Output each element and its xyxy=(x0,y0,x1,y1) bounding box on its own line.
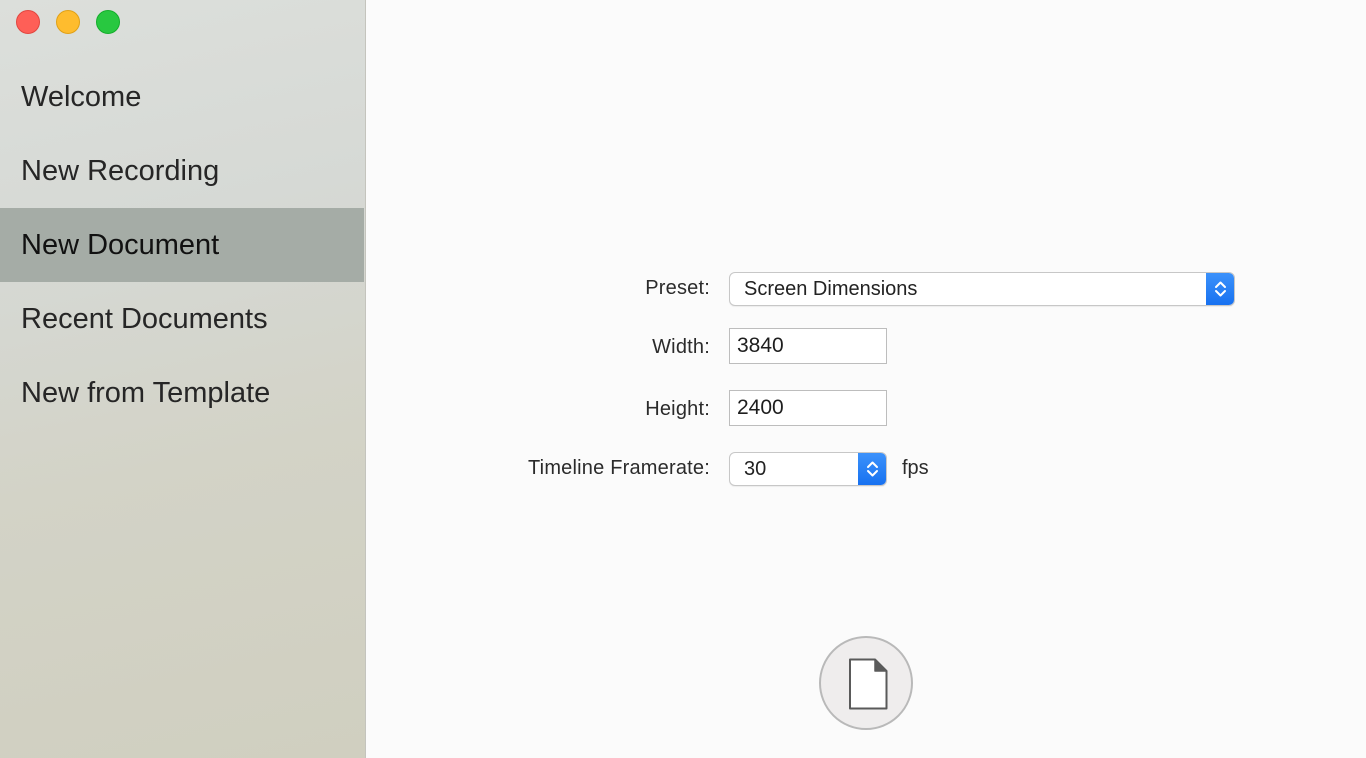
width-label: Width: xyxy=(652,336,710,358)
minimize-button[interactable] xyxy=(56,10,80,34)
sidebar: Welcome New Recording New Document Recen… xyxy=(0,0,366,758)
preset-select[interactable]: Screen Dimensions xyxy=(729,272,1235,306)
framerate-select[interactable]: 30 xyxy=(729,452,887,486)
sidebar-item-new-recording[interactable]: New Recording xyxy=(0,134,364,208)
maximize-button[interactable] xyxy=(96,10,120,34)
close-button[interactable] xyxy=(16,10,40,34)
framerate-value: 30 xyxy=(744,458,767,480)
sidebar-item-recent-documents[interactable]: Recent Documents xyxy=(0,282,364,356)
document-icon xyxy=(849,658,888,710)
chevron-up-down-icon xyxy=(1215,281,1226,297)
sidebar-item-welcome[interactable]: Welcome xyxy=(0,60,364,134)
framerate-label: Timeline Framerate: xyxy=(528,457,710,479)
height-field[interactable] xyxy=(729,390,887,426)
preset-stepper[interactable] xyxy=(1206,273,1234,305)
framerate-unit: fps xyxy=(902,457,929,479)
preset-label: Preset: xyxy=(645,277,710,299)
framerate-stepper[interactable] xyxy=(858,453,886,485)
preset-value: Screen Dimensions xyxy=(744,278,918,300)
app-window: Welcome New Recording New Document Recen… xyxy=(0,0,1366,758)
chevron-up-down-icon xyxy=(867,461,878,477)
sidebar-item-new-document[interactable]: New Document xyxy=(0,208,364,282)
create-document-button[interactable] xyxy=(819,636,913,730)
sidebar-item-new-from-template[interactable]: New from Template xyxy=(0,356,364,430)
width-field[interactable] xyxy=(729,328,887,364)
height-label: Height: xyxy=(645,398,710,420)
